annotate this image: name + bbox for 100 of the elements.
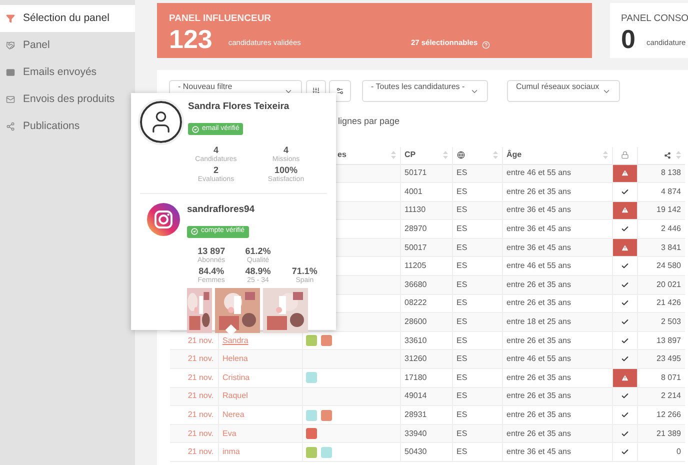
table-cell: 28600 [404, 317, 427, 326]
card-title: PANEL CONSO [621, 14, 688, 24]
table-cell: 50430 [404, 447, 427, 456]
check-icon [620, 299, 628, 308]
column-header[interactable]: Âge [506, 149, 522, 162]
table-cell: entre 26 et 35 ans [506, 372, 571, 382]
sort-icon [390, 151, 396, 160]
name-link[interactable]: Eva [222, 428, 236, 438]
sort-icon [492, 151, 498, 160]
count: 123 [169, 26, 212, 52]
table-cell: 23 495 [656, 354, 681, 364]
page-size-label: lignes par page [338, 117, 400, 126]
table-cell: 21 389 [656, 428, 681, 438]
funnel-icon [6, 14, 15, 23]
table-cell: 31260 [404, 354, 427, 364]
name-link[interactable]: Nerea [222, 410, 244, 420]
table-cell: 3 841 [660, 242, 681, 252]
lock-icon[interactable] [620, 151, 628, 160]
table-cell: 0 [676, 447, 681, 456]
name-link[interactable]: Helena [222, 354, 248, 364]
date-cell: 21 nov. [188, 372, 214, 382]
table-cell: 50171 [404, 168, 427, 178]
table-cell: 2 446 [660, 224, 681, 234]
table-cell: entre 26 et 35 ans [506, 298, 571, 308]
table-cell: entre 46 et 55 ans [506, 354, 571, 364]
sort-icon [442, 151, 448, 160]
stat-value: 48.9% [245, 267, 271, 276]
stat-value: 13 897 [198, 247, 226, 256]
warning-icon [620, 169, 628, 178]
table-cell: 17180 [404, 372, 427, 382]
table-cell: entre 26 et 35 ans [506, 428, 571, 438]
table-cell: ES [456, 447, 468, 456]
help-icon[interactable] [482, 40, 490, 48]
name-link[interactable]: Cristina [222, 372, 250, 382]
sidebar-item[interactable]: Envois des produits [0, 86, 135, 113]
globe-icon[interactable] [456, 151, 464, 160]
network-select[interactable]: Cumul réseaux sociaux [507, 80, 620, 102]
name-link[interactable]: Raquel [222, 391, 248, 400]
sidebar-item[interactable]: Publications [0, 113, 135, 140]
profile-name: Sandra Flores Teixeira [188, 102, 290, 112]
stat-value: 4 [283, 146, 288, 154]
stat-value: 2 [213, 166, 218, 174]
table-cell: 11130 [404, 205, 426, 214]
table-cell: ES [456, 186, 468, 196]
sidebar-item[interactable]: Emails envoyés [0, 59, 135, 86]
name-link[interactable]: inma [222, 447, 240, 456]
table-cell: entre 18 et 25 ans [506, 317, 571, 326]
table-cell: 12 266 [656, 410, 681, 420]
check-icon [192, 126, 199, 132]
table-cell: entre 26 et 35 ans [506, 336, 571, 345]
table-cell: entre 36 et 45 ans [506, 242, 571, 252]
column-header[interactable]: es [338, 149, 346, 162]
check-icon [620, 225, 628, 234]
table-cell: ES [456, 205, 468, 214]
table-cell: entre 46 et 55 ans [506, 261, 571, 270]
table-cell: entre 36 et 45 ans [506, 205, 571, 214]
handshake-icon [6, 41, 15, 50]
table-cell: 08222 [404, 298, 427, 308]
stat-value: 4 [213, 146, 218, 154]
column-header[interactable]: CP [404, 149, 416, 162]
status-select[interactable]: - Toutes les candidatures - [362, 80, 488, 102]
check-icon [620, 430, 628, 438]
check-icon [620, 262, 628, 270]
check-icon [620, 188, 628, 196]
date-cell: 21 nov. [188, 447, 214, 456]
stat-value: 100% [274, 166, 298, 174]
share-icon[interactable] [664, 152, 671, 159]
table-cell: entre 46 et 55 ans [506, 168, 571, 178]
date-cell: 21 nov. [188, 428, 214, 438]
table-cell: entre 26 et 35 ans [506, 280, 571, 289]
table-cell: ES [456, 336, 468, 345]
check-icon [620, 355, 628, 364]
name-link[interactable]: Sandra [222, 336, 248, 345]
table-cell: 20 021 [656, 280, 681, 289]
table-cell: 21 426 [656, 298, 681, 308]
sort-icon [676, 151, 681, 160]
table-cell: 33940 [404, 428, 427, 438]
check-icon [620, 280, 628, 289]
table-cell: entre 26 et 35 ans [506, 391, 571, 400]
table-cell: ES [456, 428, 468, 438]
table-cell: 24 580 [656, 261, 681, 270]
table-cell: 11205 [404, 261, 426, 270]
sidebar-item[interactable]: Sélection du panel [0, 5, 135, 32]
table-cell: 49014 [404, 391, 427, 400]
card-title: PANEL INFLUENCEUR [169, 14, 272, 24]
table-cell: 2 214 [660, 391, 681, 400]
check-icon [620, 336, 628, 345]
table-cell: 4001 [404, 186, 422, 196]
table-cell: ES [456, 280, 468, 289]
avatar-icon [140, 101, 182, 143]
sidebar-item[interactable]: Panel [0, 32, 135, 59]
table-cell: 28931 [404, 410, 427, 420]
check-icon [620, 411, 628, 420]
table-cell: 2 503 [660, 317, 681, 326]
check-icon [620, 448, 628, 456]
count: 0 [621, 26, 636, 52]
table-cell: ES [456, 317, 468, 326]
date-cell: 21 nov. [188, 410, 214, 420]
table-cell: ES [456, 298, 468, 308]
warning-icon [620, 206, 628, 214]
